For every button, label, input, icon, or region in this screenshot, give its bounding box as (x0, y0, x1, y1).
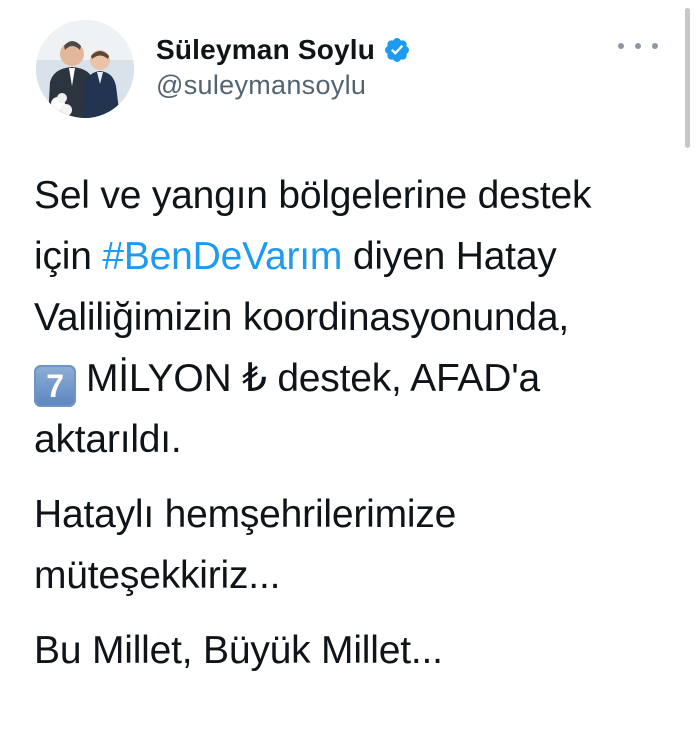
text-line: Bu Millet, Büyük Millet... (34, 629, 443, 672)
tweet-header: Süleyman Soylu @suleymansoylu (36, 20, 666, 120)
text-fragment: diyen Hatay (342, 235, 557, 278)
paragraph-2: Hataylı hemşehrilerimize müteşekkiriz... (34, 484, 666, 606)
scrollbar[interactable] (685, 8, 690, 148)
text-line: Valiliğimizin koordinasyonunda, (34, 296, 570, 339)
more-dot (635, 43, 641, 49)
paragraph-1: Sel ve yangın bölgelerine destek için #B… (34, 165, 666, 470)
text-line: için #BenDeVarım diyen Hatay (34, 226, 666, 287)
name-row: Süleyman Soylu (156, 34, 666, 66)
profile-photo-icon (36, 20, 134, 118)
paragraph-3: Bu Millet, Büyük Millet... (34, 620, 666, 681)
user-names: Süleyman Soylu @suleymansoylu (156, 34, 666, 101)
text-line: müteşekkiriz... (34, 554, 281, 597)
avatar[interactable] (36, 20, 134, 118)
user-handle[interactable]: @suleymansoylu (156, 70, 666, 101)
text-line: 7 MİLYON ₺ destek, AFAD'a (34, 348, 666, 409)
text-fragment: MİLYON ₺ destek, AFAD'a (86, 357, 540, 400)
tweet-text: Sel ve yangın bölgelerine destek için #B… (34, 165, 666, 695)
more-options-icon[interactable] (618, 34, 658, 58)
more-dot (652, 43, 658, 49)
text-fragment: için (34, 235, 103, 278)
verified-badge-icon (383, 36, 411, 64)
display-name[interactable]: Süleyman Soylu (156, 34, 375, 66)
text-line: aktarıldı. (34, 418, 182, 461)
text-line: Hataylı hemşehrilerimize (34, 493, 457, 536)
more-dot (618, 43, 624, 49)
text-line: Sel ve yangın bölgelerine destek (34, 174, 592, 217)
hashtag-link[interactable]: #BenDeVarım (102, 235, 342, 278)
keycap-seven-emoji: 7 (34, 365, 76, 407)
tweet-card: Süleyman Soylu @suleymansoylu Sel ve yan… (0, 0, 696, 756)
